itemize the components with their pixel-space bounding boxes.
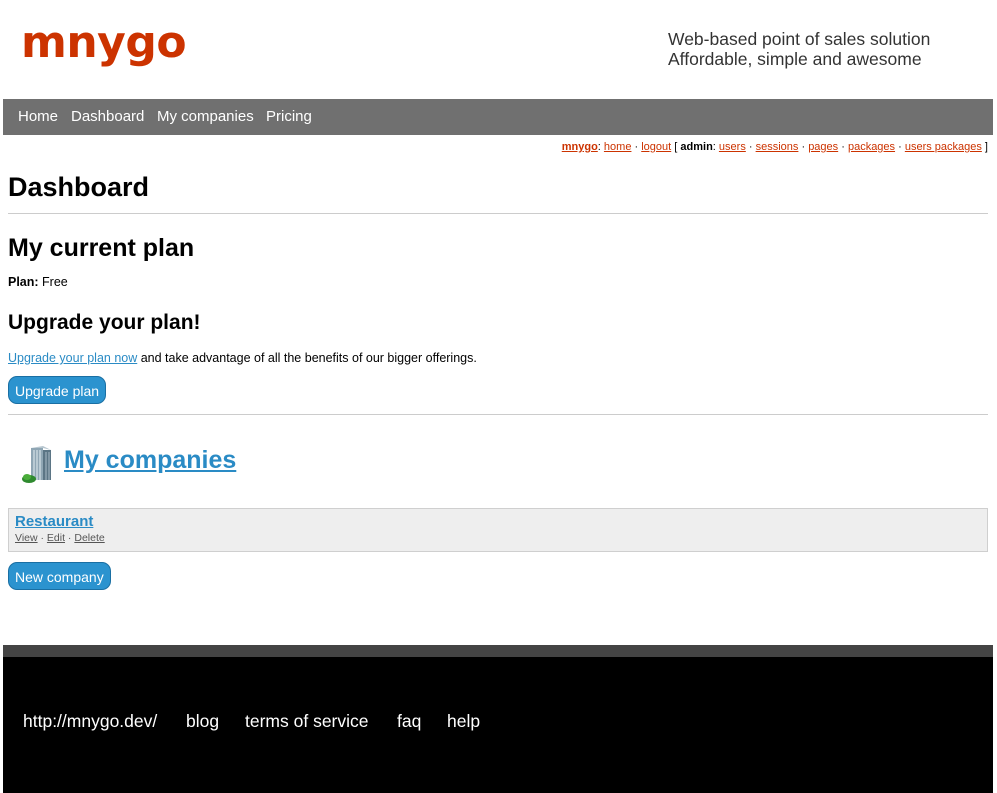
footer-link-site[interactable]: http://mnygo.dev/ [23,711,157,732]
admin-label: admin [680,141,713,153]
nav-item-my-companies[interactable]: My companies [157,108,254,125]
upgrade-line: Upgrade your plan now and take advantage… [8,351,477,365]
footer-link-help[interactable]: help [447,711,480,732]
plan-line: Plan: Free [8,275,68,289]
nav-item-home[interactable]: Home [18,108,58,125]
new-company-button[interactable]: New company [8,562,111,590]
admin-packages-link[interactable]: packages [848,141,895,153]
current-plan-heading: My current plan [8,234,195,262]
admin-users-packages-link[interactable]: users packages [905,141,982,153]
company-edit-link[interactable]: Edit [47,532,65,544]
main-nav: Home Dashboard My companies Pricing [3,99,993,135]
divider [8,414,988,415]
header: mnygo Web-based point of sales solution … [0,0,997,99]
tagline-line-2: Affordable, simple and awesome [668,49,922,69]
company-delete-link[interactable]: Delete [74,532,104,544]
admin-bar-logout-link[interactable]: logout [641,141,671,153]
building-icon [22,446,51,483]
footer-link-faq[interactable]: faq [397,711,421,732]
footer-link-terms[interactable]: terms of service [245,711,369,732]
tagline: Web-based point of sales solution Afford… [668,29,930,69]
divider [8,213,988,214]
page-title: Dashboard [8,172,150,202]
admin-bar-brand-link[interactable]: mnygo [562,141,598,153]
tagline-line-1: Web-based point of sales solution [668,29,931,49]
upgrade-plan-button[interactable]: Upgrade plan [8,376,107,404]
plan-label: Plan: [8,275,39,289]
footer: http://mnygo.dev/ blog terms of service … [3,657,993,793]
admin-users-link[interactable]: users [719,141,746,153]
nav-item-pricing[interactable]: Pricing [266,108,312,125]
my-companies-link[interactable]: My companies [64,446,236,475]
footer-link-blog[interactable]: blog [186,711,219,732]
footer-band [3,645,993,657]
nav-item-dashboard[interactable]: Dashboard [71,108,144,125]
upgrade-plan-link[interactable]: Upgrade your plan now [8,351,137,365]
upgrade-text: and take advantage of all the benefits o… [137,351,477,365]
admin-bar-home-link[interactable]: home [604,141,632,153]
admin-pages-link[interactable]: pages [808,141,838,153]
logo[interactable]: mnygo [21,16,187,70]
company-actions: View · Edit · Delete [15,532,105,544]
admin-sessions-link[interactable]: sessions [756,141,799,153]
company-view-link[interactable]: View [15,532,38,544]
upgrade-heading: Upgrade your plan! [8,311,201,334]
admin-bar: mnygo: home · logout [ admin: users · se… [561,141,988,153]
company-name-link[interactable]: Restaurant [15,513,93,530]
plan-value: Free [42,275,68,289]
company-list-item: Restaurant View · Edit · Delete [8,508,988,552]
